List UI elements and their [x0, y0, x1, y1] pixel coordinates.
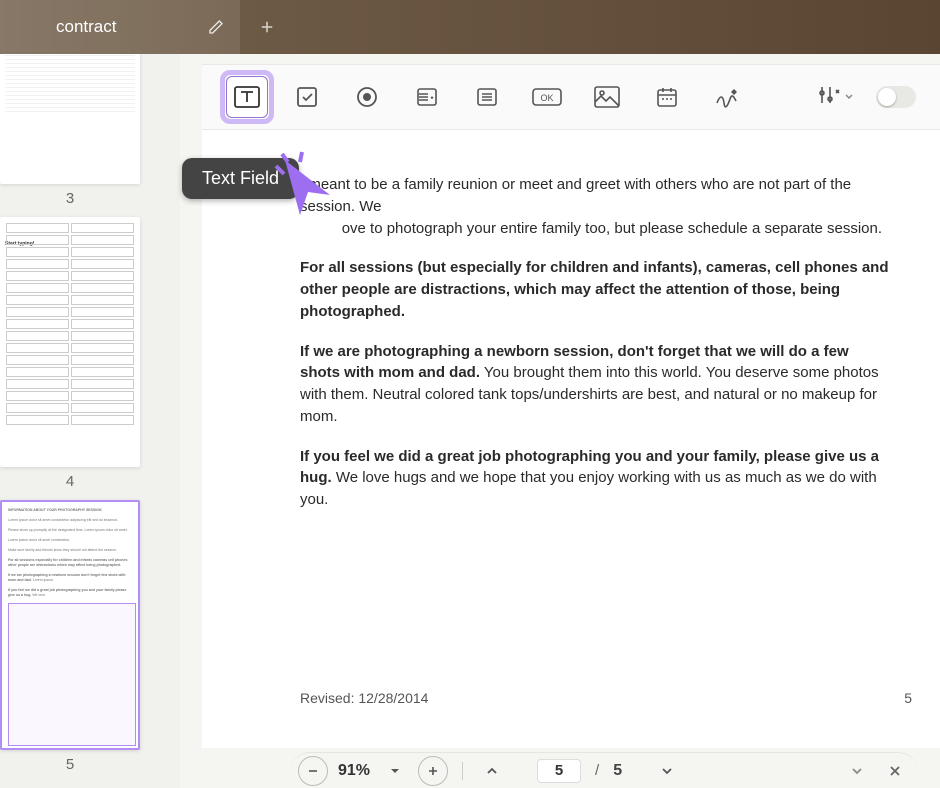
prev-page-button[interactable] — [477, 756, 507, 786]
page-thumbnail[interactable] — [0, 54, 140, 184]
revised-date: Revised: 12/28/2014 — [300, 688, 428, 708]
current-page-input[interactable]: 5 — [537, 759, 581, 783]
page-thumbnail-selected[interactable]: INFORMATION ABOUT YOUR PHOTOGRAPHY SESSI… — [0, 500, 140, 750]
collapse-button[interactable] — [842, 756, 872, 786]
svg-text:OK: OK — [540, 93, 553, 103]
page-separator: / — [595, 762, 599, 779]
button-tool[interactable]: OK — [526, 76, 568, 118]
zoom-dropdown[interactable] — [380, 756, 410, 786]
listbox-tool[interactable] — [466, 76, 508, 118]
thumbnail-page-number: 3 — [66, 190, 74, 207]
signature-tool[interactable] — [706, 76, 748, 118]
thumbnail-page-number: 5 — [66, 756, 74, 773]
zoom-out-button[interactable] — [298, 756, 328, 786]
viewer-bottom-bar: 91% 5 / 5 — [290, 752, 918, 788]
zoom-in-button[interactable] — [418, 756, 448, 786]
doc-text: ove to photograph your entire family too… — [342, 220, 882, 237]
document-viewport: OK Text Field — [180, 54, 940, 788]
tools-settings[interactable] — [814, 76, 856, 118]
page-number: 5 — [904, 688, 912, 708]
dropdown-tool[interactable] — [406, 76, 448, 118]
image-field-tool[interactable] — [586, 76, 628, 118]
page-thumbnails-sidebar[interactable]: 3 Start typing! 4 INFORMATION ABOUT YOUR… — [0, 54, 180, 788]
close-bottom-bar[interactable] — [880, 756, 910, 786]
add-tab-button[interactable] — [244, 4, 290, 50]
doc-text: t meant to be a family reunion or meet a… — [300, 176, 851, 215]
toggle-switch[interactable] — [876, 86, 916, 108]
doc-text: For all sessions (but especially for chi… — [300, 259, 889, 320]
date-field-tool[interactable] — [646, 76, 688, 118]
total-pages: 5 — [613, 762, 622, 780]
zoom-level: 91% — [338, 762, 370, 780]
document-tab[interactable]: contract — [0, 0, 240, 54]
radio-tool[interactable] — [346, 76, 388, 118]
next-page-button[interactable] — [652, 756, 682, 786]
tab-title: contract — [56, 17, 116, 37]
pencil-icon[interactable] — [208, 19, 224, 35]
doc-text: We love hugs and we hope that you enjoy … — [300, 469, 877, 508]
thumbnail-page-number: 4 — [66, 473, 74, 490]
page-thumbnail[interactable]: Start typing! — [0, 217, 140, 467]
checkbox-tool[interactable] — [286, 76, 328, 118]
title-bar: contract — [0, 0, 940, 54]
tutorial-cursor-icon — [270, 150, 340, 220]
text-field-tool[interactable] — [226, 76, 268, 118]
form-fields-toolbar: OK — [202, 64, 940, 130]
